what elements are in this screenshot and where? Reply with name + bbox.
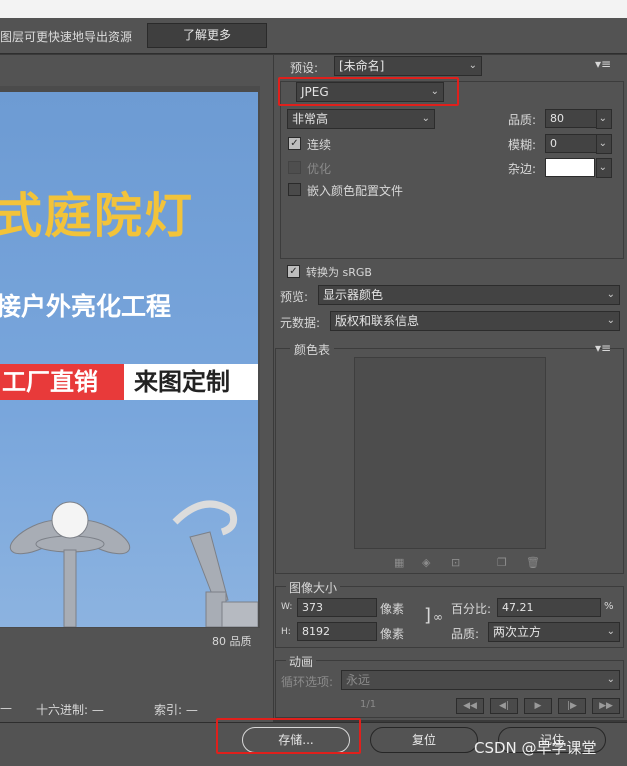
reset-button[interactable]: 复位 bbox=[370, 727, 478, 753]
poster-red-banner: 工厂直销 bbox=[0, 364, 124, 400]
resample-label: 品质: bbox=[451, 627, 480, 641]
height-unit: 像素 bbox=[380, 627, 405, 641]
chevron-down-icon: ⌄ bbox=[606, 315, 615, 326]
last-frame-button[interactable]: ▶▶ bbox=[592, 698, 620, 714]
chevron-down-icon: ⌄ bbox=[421, 113, 430, 124]
blur-input[interactable]: 0 bbox=[545, 134, 597, 153]
chevron-down-icon: ⌄ bbox=[468, 60, 477, 71]
loop-value: 永远 bbox=[346, 673, 371, 687]
preset-value: [未命名] bbox=[339, 59, 385, 73]
progressive-label: 连续 bbox=[307, 138, 332, 152]
learn-more-button[interactable]: 了解更多 bbox=[147, 23, 267, 48]
metadata-dropdown[interactable]: 版权和联系信息 ⌄ bbox=[330, 311, 620, 331]
matte-color-swatch[interactable] bbox=[545, 158, 595, 177]
blur-label: 模糊: bbox=[508, 138, 537, 152]
quality-stepper[interactable]: ⌄ bbox=[596, 109, 612, 129]
link-proportions-icon[interactable]: ] bbox=[424, 605, 431, 626]
save-highlight-frame bbox=[216, 718, 361, 754]
quality-preset-dropdown[interactable]: 非常高 ⌄ bbox=[287, 109, 435, 129]
lock-icon[interactable]: ⊡ bbox=[451, 556, 460, 569]
percent-input[interactable]: 47.21 bbox=[497, 598, 601, 617]
chain-icon[interactable]: ∞ bbox=[433, 610, 443, 624]
watermark-text: CSDN @早学课堂 bbox=[474, 739, 597, 757]
chevron-down-icon: ⌄ bbox=[606, 626, 615, 637]
prev-frame-button[interactable]: ◀| bbox=[490, 698, 518, 714]
convert-srgb-label: 转换为 sRGB bbox=[306, 266, 372, 279]
preview-label: 预览: bbox=[280, 290, 309, 304]
resample-value: 两次立方 bbox=[493, 625, 542, 639]
frame-counter: 1/1 bbox=[360, 699, 377, 710]
preset-label: 预设: bbox=[290, 61, 319, 75]
poster-subtitle: 接户外亮化工程 bbox=[0, 292, 172, 321]
blur-stepper[interactable]: ⌄ bbox=[596, 134, 612, 154]
color-table-label: 颜色表 bbox=[290, 341, 335, 358]
web-snap-icon[interactable]: ◈ bbox=[422, 556, 430, 569]
window-top-strip bbox=[0, 0, 627, 18]
map-transparent-icon[interactable]: ▦ bbox=[394, 556, 404, 569]
width-unit: 像素 bbox=[380, 602, 405, 616]
format-highlight-frame bbox=[278, 77, 459, 106]
preset-dropdown[interactable]: [未命名] ⌄ bbox=[334, 56, 482, 76]
play-button[interactable]: ▶ bbox=[524, 698, 552, 714]
trash-icon[interactable]: 🗑 bbox=[526, 556, 540, 569]
convert-srgb-checkbox[interactable]: ✓ bbox=[287, 265, 300, 278]
index-readout: 索引: — bbox=[154, 703, 198, 717]
percent-label: 百分比: bbox=[451, 602, 492, 616]
quality-input[interactable]: 80 bbox=[545, 109, 597, 128]
status-dash: — bbox=[0, 701, 12, 715]
height-input[interactable]: 8192 bbox=[297, 622, 377, 641]
new-color-icon[interactable]: ❐ bbox=[497, 556, 507, 569]
width-label: W: bbox=[281, 602, 293, 612]
chevron-down-icon: ⌄ bbox=[606, 674, 615, 685]
hex-readout: 十六进制: — bbox=[36, 703, 104, 717]
chevron-down-icon: ⌄ bbox=[598, 162, 607, 173]
preview-value: 显示器颜色 bbox=[323, 288, 384, 302]
quality-preset-value: 非常高 bbox=[292, 112, 329, 126]
loop-label: 循环选项: bbox=[281, 675, 334, 689]
first-frame-button[interactable]: ◀◀ bbox=[456, 698, 484, 714]
loop-dropdown[interactable]: 永远 ⌄ bbox=[341, 670, 620, 690]
chevron-down-icon: ⌄ bbox=[598, 138, 607, 149]
metadata-label: 元数据: bbox=[280, 316, 321, 330]
embed-profile-label: 嵌入颜色配置文件 bbox=[307, 184, 404, 198]
chevron-down-icon: ⌄ bbox=[598, 113, 607, 124]
poster-title: 式庭院灯 bbox=[0, 188, 195, 244]
optimized-label: 优化 bbox=[307, 162, 332, 176]
embed-profile-checkbox[interactable] bbox=[288, 183, 301, 196]
info-tip-text: 图层可更快速地导出资源 bbox=[0, 30, 133, 44]
preview-image: 式庭院灯 接户外亮化工程 工厂直销 来图定制 bbox=[0, 92, 258, 627]
image-size-title: 图像大小 bbox=[286, 579, 341, 596]
color-table-menu-icon[interactable]: ▾≡ bbox=[595, 341, 611, 355]
color-table-grid bbox=[354, 357, 546, 549]
preview-dropdown[interactable]: 显示器颜色 ⌄ bbox=[318, 285, 620, 305]
preset-menu-icon[interactable]: ▾≡ bbox=[595, 57, 611, 71]
animation-title: 动画 bbox=[286, 653, 317, 670]
poster-white-banner: 来图定制 bbox=[124, 364, 258, 400]
width-input[interactable]: 373 bbox=[297, 598, 377, 617]
percent-unit: % bbox=[604, 601, 614, 612]
lamp-illustration bbox=[9, 500, 258, 627]
metadata-value: 版权和联系信息 bbox=[335, 314, 420, 328]
optimized-checkbox[interactable] bbox=[288, 161, 301, 174]
matte-label: 杂边: bbox=[508, 162, 537, 176]
preview-quality-note: 80 品质 bbox=[212, 635, 252, 648]
chevron-down-icon: ⌄ bbox=[606, 289, 615, 300]
resample-dropdown[interactable]: 两次立方 ⌄ bbox=[488, 622, 620, 642]
progressive-checkbox[interactable]: ✓ bbox=[288, 137, 301, 150]
matte-dropdown[interactable]: ⌄ bbox=[596, 158, 612, 178]
quality-label: 品质: bbox=[508, 113, 537, 127]
height-label: H: bbox=[281, 627, 291, 637]
next-frame-button[interactable]: |▶ bbox=[558, 698, 586, 714]
